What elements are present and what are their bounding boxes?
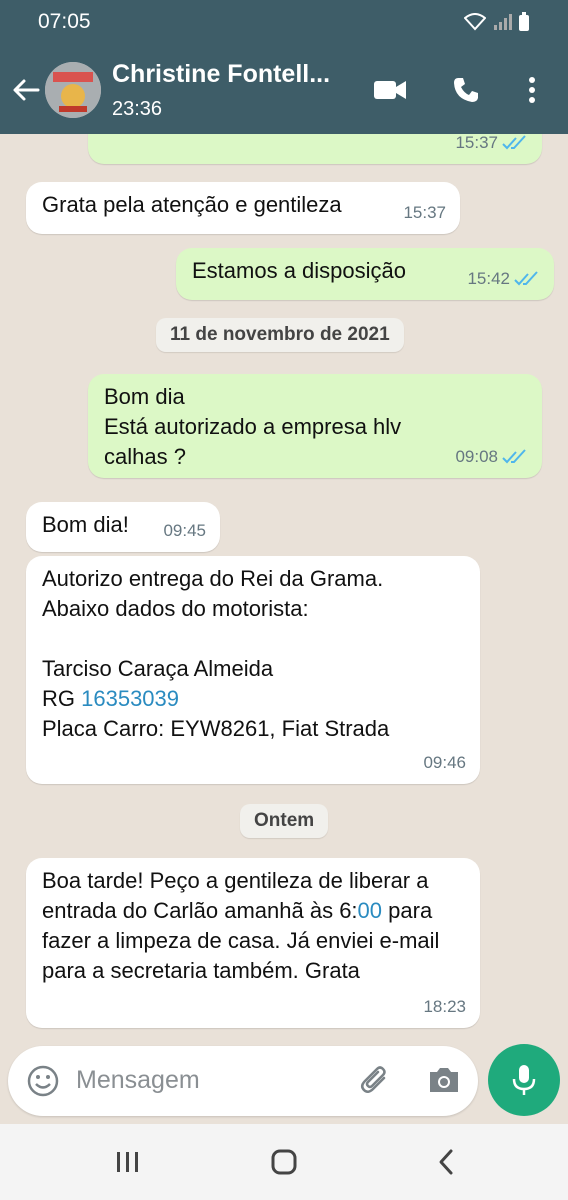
message-time: 09:45 bbox=[163, 521, 206, 540]
message-incoming[interactable]: Bom dia! 09:45 bbox=[26, 502, 220, 552]
message-line: Autorizo entrega do Rei da Grama. bbox=[42, 566, 384, 591]
message-incoming[interactable]: Grata pela atenção e gentileza 15:37 bbox=[26, 182, 460, 234]
recent-apps-icon bbox=[117, 1152, 138, 1172]
double-check-icon bbox=[502, 449, 526, 464]
message-text: Grata pela atenção e gentileza bbox=[42, 192, 342, 217]
battery-icon bbox=[519, 12, 529, 31]
message-incoming[interactable]: Boa tarde! Peço a gentileza de liberar a… bbox=[26, 858, 480, 1028]
message-text: Estamos a disposição bbox=[192, 258, 406, 283]
camera-icon[interactable] bbox=[426, 1064, 462, 1096]
phone-number-link[interactable]: 16353039 bbox=[81, 686, 179, 711]
time-link[interactable]: 00 bbox=[358, 898, 382, 923]
message-input-box[interactable]: Mensagem bbox=[8, 1046, 478, 1116]
message-text: Bom dia Está autorizado a empresa hlv ca… bbox=[104, 384, 402, 469]
emoji-icon[interactable] bbox=[26, 1064, 60, 1098]
home-button[interactable] bbox=[264, 1144, 304, 1180]
wifi-icon bbox=[464, 13, 486, 31]
message-line: Tarciso Caraça Almeida bbox=[42, 656, 274, 681]
message-meta: 18:23 bbox=[423, 992, 466, 1022]
message-line: Abaixo dados do motorista: bbox=[42, 596, 309, 621]
message-text: Autorizo entrega do Rei da Grama. Abaixo… bbox=[42, 564, 464, 744]
date-separator: Ontem bbox=[240, 804, 329, 838]
back-button[interactable] bbox=[10, 74, 42, 106]
attach-icon[interactable] bbox=[358, 1064, 392, 1098]
avatar[interactable] bbox=[45, 62, 101, 118]
phone-icon bbox=[454, 78, 478, 102]
video-call-button[interactable] bbox=[372, 74, 408, 106]
more-options-button[interactable] bbox=[514, 74, 550, 106]
recent-apps-button[interactable] bbox=[108, 1144, 148, 1180]
message-meta: 09:45 bbox=[163, 516, 206, 546]
message-incoming[interactable]: Autorizo entrega do Rei da Grama. Abaixo… bbox=[26, 556, 480, 784]
chat-header: Christine Fontell... 23:36 bbox=[0, 44, 568, 134]
message-input[interactable]: Mensagem bbox=[76, 1066, 200, 1095]
message-meta: 09:46 bbox=[423, 748, 466, 778]
message-time: 18:23 bbox=[423, 997, 466, 1016]
message-outgoing[interactable]: Estamos a disposição 15:42 bbox=[176, 248, 554, 300]
message-line: Placa Carro: EYW8261, Fiat Strada bbox=[42, 716, 390, 741]
video-call-icon bbox=[374, 81, 406, 99]
signal-icon bbox=[494, 14, 512, 30]
composer: Mensagem bbox=[0, 1044, 568, 1124]
system-back-button[interactable] bbox=[426, 1144, 466, 1180]
date-separator: 11 de novembro de 2021 bbox=[156, 318, 404, 352]
message-line: RG 16353039 bbox=[42, 684, 464, 714]
voice-record-button[interactable] bbox=[488, 1044, 560, 1116]
system-nav-bar bbox=[0, 1124, 568, 1200]
message-meta: 15:37 bbox=[455, 134, 528, 158]
message-outgoing[interactable]: 15:37 bbox=[88, 134, 542, 164]
contact-name[interactable]: Christine Fontell... bbox=[112, 60, 330, 89]
message-time: 15:37 bbox=[455, 134, 498, 152]
double-check-icon bbox=[514, 271, 538, 286]
back-arrow-icon bbox=[13, 79, 40, 101]
message-line bbox=[42, 624, 464, 654]
double-check-icon bbox=[502, 135, 526, 150]
message-meta: 15:37 bbox=[403, 198, 446, 228]
voice-call-button[interactable] bbox=[448, 74, 484, 106]
home-icon bbox=[271, 1149, 297, 1175]
status-bar: 07:05 bbox=[0, 0, 568, 44]
back-chevron-icon bbox=[439, 1149, 453, 1175]
message-time: 09:08 bbox=[455, 447, 498, 466]
more-options-icon bbox=[529, 77, 535, 103]
message-meta: 09:08 bbox=[455, 442, 528, 472]
system-icons bbox=[464, 12, 530, 32]
message-time: 09:46 bbox=[423, 753, 466, 772]
message-text: Bom dia! bbox=[42, 512, 129, 537]
status-time: 07:05 bbox=[38, 10, 91, 33]
message-text: Boa tarde! Peço a gentileza de liberar a… bbox=[42, 866, 462, 986]
message-meta: 15:42 bbox=[467, 264, 540, 294]
message-outgoing[interactable]: Bom dia Está autorizado a empresa hlv ca… bbox=[88, 374, 542, 478]
contact-subtitle: 23:36 bbox=[112, 98, 163, 120]
message-time: 15:37 bbox=[403, 203, 446, 222]
rg-label: RG bbox=[42, 686, 82, 711]
message-time: 15:42 bbox=[467, 269, 510, 288]
chat-area[interactable]: 15:37 Grata pela atenção e gentileza 15:… bbox=[0, 134, 568, 1044]
mic-icon bbox=[512, 1065, 536, 1095]
